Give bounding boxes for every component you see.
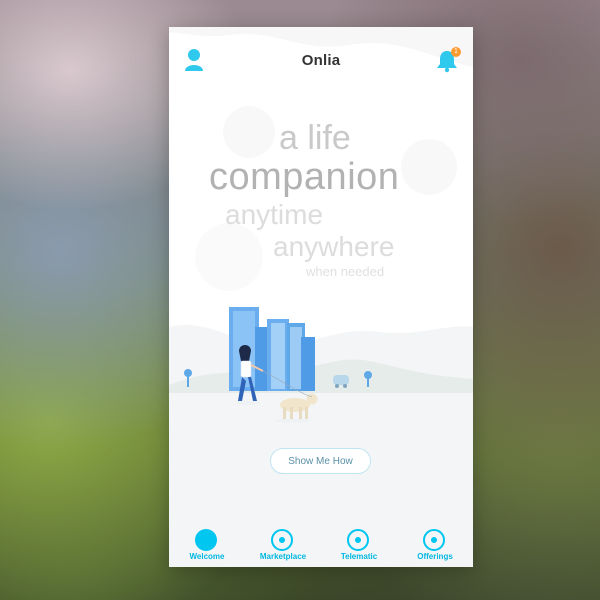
welcome-icon (195, 529, 217, 551)
tagline-line-2: companion (209, 156, 400, 198)
hero-tagline: a life companion anytime anywhere when n… (169, 119, 473, 289)
tagline-line-1: a life (279, 119, 351, 157)
tab-label-welcome: Welcome (189, 552, 225, 561)
tab-label-marketplace: Marketplace (259, 552, 307, 561)
bottom-tab-bar: Welcome Marketplace Telematic Offerings (169, 521, 473, 567)
tab-telematic[interactable]: Telematic (321, 521, 397, 567)
offerings-icon (423, 529, 445, 551)
tagline-line-4: anywhere (273, 231, 395, 262)
notification-badge: 1 (451, 47, 461, 57)
tab-label-offerings: Offerings (417, 552, 453, 561)
notifications-button[interactable]: 1 (435, 47, 461, 73)
marketplace-icon (271, 529, 293, 551)
show-me-how-button[interactable]: Show Me How (270, 448, 371, 474)
app-title: Onlia (301, 52, 341, 69)
phone-screen: Onlia 1 a life companion anytime anywher… (169, 27, 473, 567)
tagline-line-5: when needed (306, 264, 385, 279)
tagline-line-3: anytime (225, 199, 324, 230)
telematic-icon (347, 529, 369, 551)
tab-marketplace[interactable]: Marketplace (245, 521, 321, 567)
tab-offerings[interactable]: Offerings (397, 521, 473, 567)
tab-welcome[interactable]: Welcome (169, 521, 245, 567)
city-walk-illustration (169, 307, 473, 423)
app-header: Onlia 1 (169, 45, 473, 77)
tab-label-telematic: Telematic (340, 552, 378, 561)
